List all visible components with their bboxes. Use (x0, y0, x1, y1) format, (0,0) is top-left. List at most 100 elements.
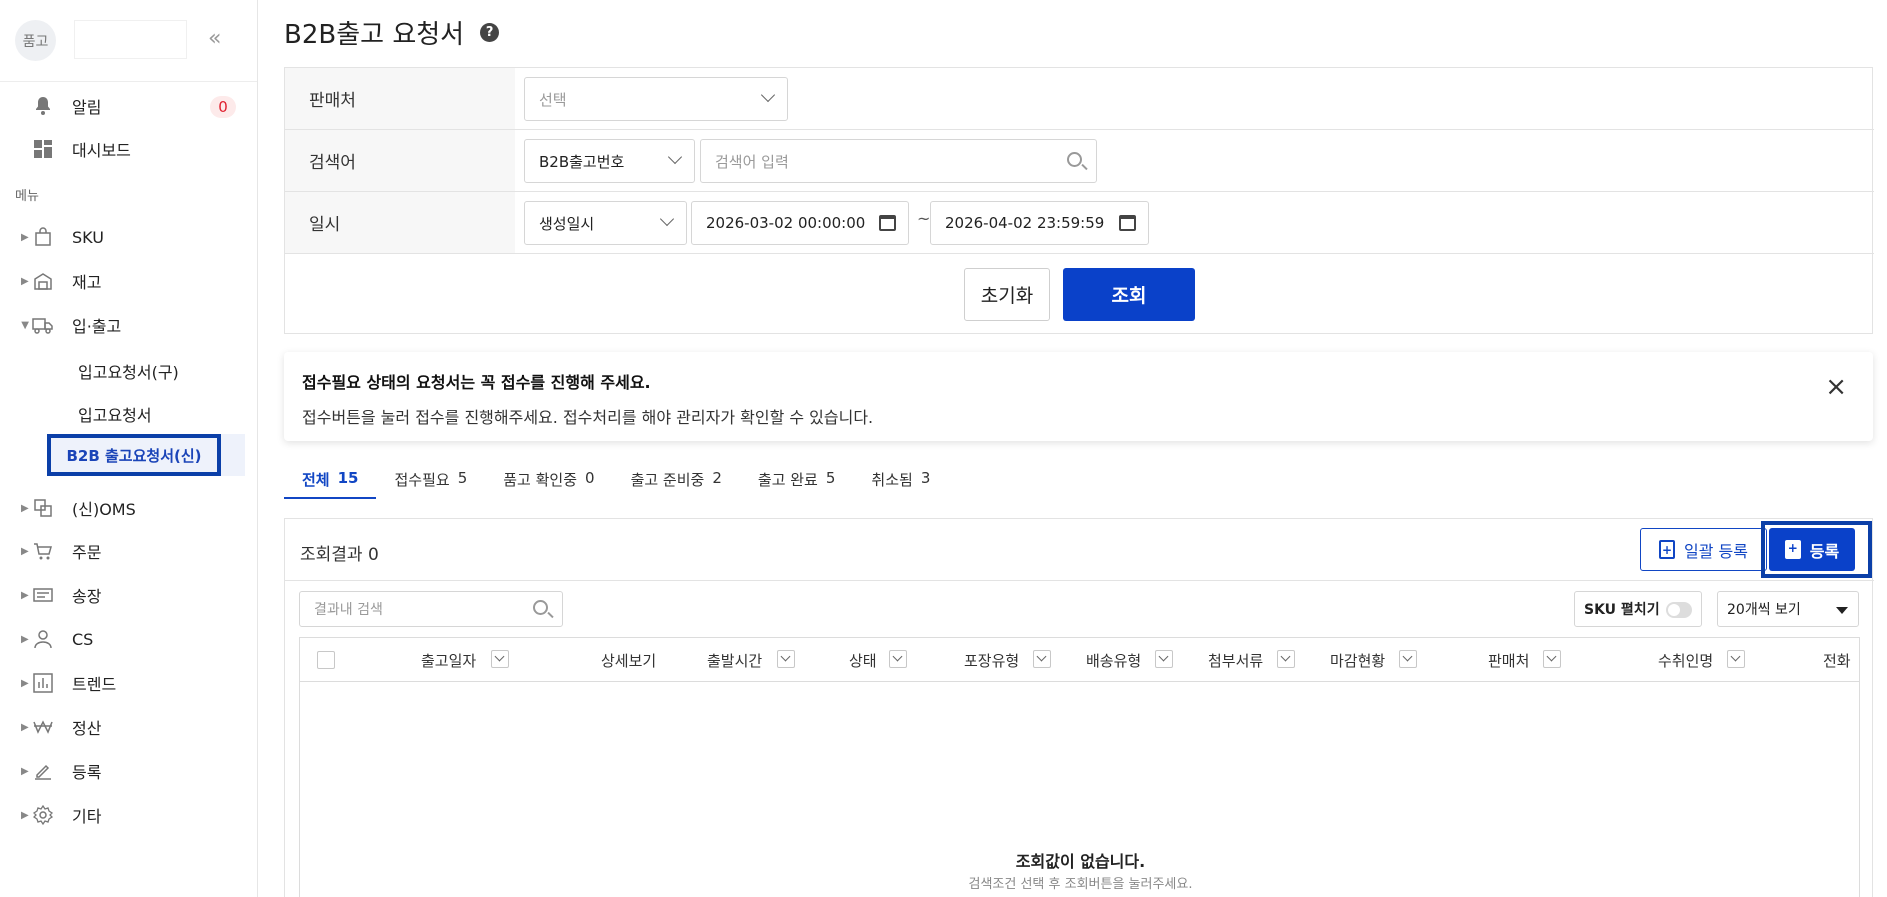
tab-preparing[interactable]: 출고 준비중 2 (613, 461, 740, 499)
sidebar-item-etc[interactable]: ▶ 기타 (0, 795, 258, 835)
keyword-input[interactable]: 검색어 입력 (700, 139, 1097, 183)
collapse-sidebar-icon[interactable]: « (208, 28, 221, 50)
per-page-select[interactable]: 20개씩 보기 (1717, 591, 1859, 627)
column-header[interactable]: 첨부서류 (1208, 650, 1263, 671)
search-icon[interactable] (1067, 152, 1082, 167)
filter-label: 일시 (285, 192, 515, 253)
sidebar-item-trend[interactable]: ▶ 트렌드 (0, 663, 258, 703)
column-filter-icon[interactable] (1543, 650, 1561, 668)
sidebar-subitem-inbound-old[interactable]: 입고요청서(구) (78, 359, 179, 383)
sidebar-item-orders[interactable]: ▶ 주문 (0, 531, 258, 571)
sidebar-item-label: CS (72, 629, 94, 649)
date-to-value: 2026-04-02 23:59:59 (945, 214, 1105, 232)
avatar[interactable]: 품고 (15, 20, 56, 61)
sidebar-item-cs[interactable]: ▶ CS (0, 619, 258, 659)
sidebar-item-label: 알림 (72, 98, 102, 117)
sidebar-item-settlement[interactable]: ▶ 정산 (0, 707, 258, 747)
keyword-type-value: B2B출고번호 (539, 152, 625, 171)
caret-right-icon: ▶ (21, 231, 29, 243)
sidebar-item-label: 정산 (72, 719, 102, 738)
column-header[interactable]: 상세보기 (601, 650, 656, 671)
column-filter-icon[interactable] (1155, 650, 1173, 668)
column-filter-icon[interactable] (491, 650, 509, 668)
column-filter-icon[interactable] (1727, 650, 1745, 668)
sidebar: 품고 « 알림 0 대시보드 메뉴 ▶ SKU ▶ 재고 ▶ 입·출고 입고요청… (0, 0, 258, 897)
column-filter-icon[interactable] (1277, 650, 1295, 668)
tab-cancelled[interactable]: 취소됨 3 (853, 461, 948, 499)
notice-title: 접수필요 상태의 요청서는 꼭 접수를 진행해 주세요. (302, 373, 651, 392)
gear-icon (32, 804, 54, 826)
sidebar-item-register[interactable]: ▶ 등록 (0, 751, 258, 791)
column-header[interactable]: 상태 (849, 650, 877, 671)
chevron-down-icon (659, 211, 675, 227)
search-icon[interactable] (533, 600, 548, 615)
sidebar-item-oms[interactable]: ▶ (신)OMS (0, 488, 258, 528)
tab-label: 품고 확인중 (503, 471, 578, 489)
status-tabs: 전체 15 접수필요 5 품고 확인중 0 출고 준비중 2 출고 완료 5 취소됨 3 (284, 461, 948, 499)
column-header[interactable]: 전화 (1823, 650, 1851, 671)
close-icon[interactable]: × (1825, 374, 1847, 400)
sku-expand-toggle[interactable]: SKU 펼치기 (1574, 591, 1702, 627)
notice-banner: 접수필요 상태의 요청서는 꼭 접수를 진행해 주세요. 접수버튼을 눌러 접수… (284, 352, 1873, 441)
tab-checking[interactable]: 품고 확인중 0 (485, 461, 612, 499)
sidebar-item-inbound-outbound[interactable]: ▶ 입·출고 (0, 305, 258, 345)
caret-right-icon: ▶ (21, 589, 29, 601)
toggle-switch[interactable] (1666, 602, 1692, 618)
column-filter-icon[interactable] (777, 650, 795, 668)
result-count: 조회결과 0 (300, 545, 379, 565)
caret-right-icon: ▶ (21, 765, 29, 777)
sidebar-item-sku[interactable]: ▶ SKU (0, 217, 258, 257)
document-plus-icon: + (1784, 540, 1801, 559)
tab-needs-receipt[interactable]: 접수필요 5 (376, 461, 485, 499)
tab-completed[interactable]: 출고 완료 5 (740, 461, 854, 499)
column-header[interactable]: 배송유형 (1086, 650, 1141, 671)
sidebar-item-stock[interactable]: ▶ 재고 (0, 261, 258, 301)
caret-right-icon: ▶ (21, 809, 29, 821)
date-type-value: 생성일시 (539, 214, 595, 233)
reset-button[interactable]: 초기화 (964, 268, 1050, 321)
seller-select-value: 선택 (539, 90, 567, 109)
register-button[interactable]: + 등록 (1769, 528, 1855, 571)
sidebar-item-label: (신)OMS (72, 500, 136, 519)
pencil-icon (32, 760, 54, 782)
column-header[interactable]: 출발시간 (707, 650, 762, 671)
tab-all[interactable]: 전체 15 (284, 461, 377, 499)
sidebar-item-dashboard[interactable]: 대시보드 (0, 129, 258, 169)
sidebar-item-label: 기타 (72, 807, 102, 826)
caret-down-icon (1836, 607, 1848, 614)
inner-search-placeholder: 결과내 검색 (314, 602, 383, 618)
column-filter-icon[interactable] (1399, 650, 1417, 668)
tab-count: 5 (457, 469, 468, 487)
tab-label: 출고 준비중 (630, 471, 705, 489)
inner-search-input[interactable]: 결과내 검색 (299, 591, 563, 627)
search-button[interactable]: 조회 (1063, 268, 1195, 321)
menu-section-label: 메뉴 (15, 189, 39, 204)
sidebar-item-invoice[interactable]: ▶ 송장 (0, 575, 258, 615)
select-all-checkbox[interactable] (317, 651, 335, 669)
date-to-input[interactable]: 2026-04-02 23:59:59 (930, 201, 1149, 245)
sidebar-subitem-b2b-outbound[interactable]: B2B 출고요청서(신) (47, 434, 221, 476)
column-filter-icon[interactable] (1033, 650, 1051, 668)
tab-count: 15 (337, 469, 359, 487)
caret-right-icon: ▶ (21, 677, 29, 689)
column-header[interactable]: 판매처 (1488, 650, 1529, 671)
column-header[interactable]: 출고일자 (421, 650, 476, 671)
column-filter-icon[interactable] (889, 650, 907, 668)
calendar-icon[interactable] (1119, 215, 1136, 231)
seller-select[interactable]: 선택 (524, 77, 788, 121)
sidebar-item-label: 입·출고 (72, 317, 122, 336)
grid-header: 출고일자 상세보기 출발시간 상태 포장유형 배송유형 첨부서류 마감현황 판매… (300, 638, 1859, 682)
date-type-select[interactable]: 생성일시 (524, 201, 687, 245)
calendar-icon[interactable] (879, 215, 896, 231)
column-header[interactable]: 마감현황 (1330, 650, 1385, 671)
sidebar-subitem-inbound[interactable]: 입고요청서 (78, 402, 152, 426)
column-header[interactable]: 수취인명 (1658, 650, 1713, 671)
tab-count: 3 (920, 469, 931, 487)
won-icon (32, 716, 54, 738)
date-from-input[interactable]: 2026-03-02 00:00:00 (691, 201, 909, 245)
bulk-register-button[interactable]: + 일괄 등록 (1640, 528, 1767, 571)
help-icon[interactable]: ? (480, 23, 500, 42)
keyword-type-select[interactable]: B2B출고번호 (524, 139, 695, 183)
column-header[interactable]: 포장유형 (964, 650, 1019, 671)
filter-label: 판매처 (285, 68, 515, 129)
